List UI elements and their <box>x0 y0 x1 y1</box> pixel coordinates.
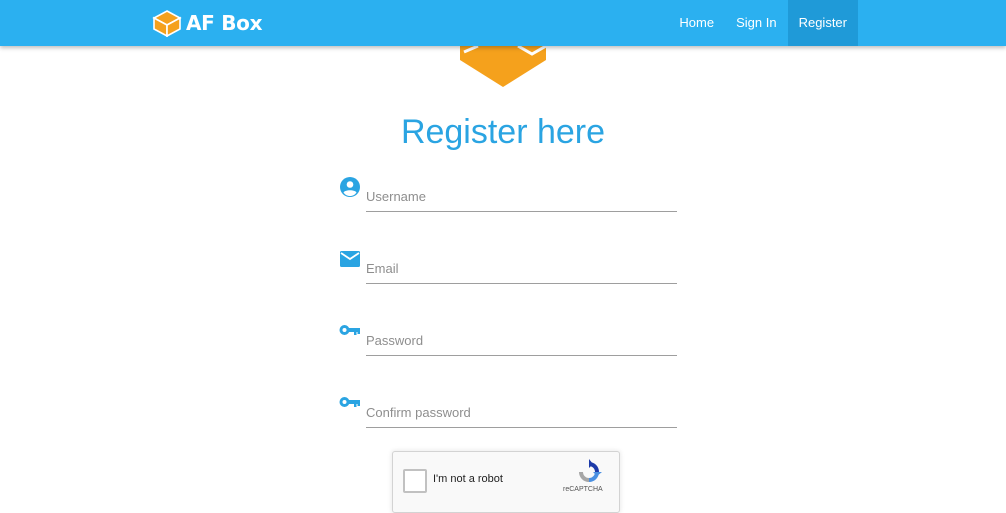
recaptcha-widget: I'm not a robot reCAPTCHA <box>392 451 620 513</box>
password-field-group <box>336 321 677 361</box>
recaptcha-label: I'm not a robot <box>433 473 503 485</box>
box-logo-icon <box>152 9 182 37</box>
nav-sign-in-link[interactable]: Sign In <box>725 0 787 46</box>
confirm-password-input[interactable] <box>366 397 677 428</box>
account-circle-icon <box>338 177 362 201</box>
nav-register-link[interactable]: Register <box>787 0 858 46</box>
password-input[interactable] <box>366 325 677 356</box>
hero-box-logo-icon <box>460 44 547 93</box>
email-input[interactable] <box>366 253 677 284</box>
navbar: AF Box Home Sign In Register <box>0 0 1006 46</box>
recaptcha-brand: reCAPTCHA <box>563 486 603 493</box>
key-icon <box>338 393 362 417</box>
nav-home-link[interactable]: Home <box>668 0 725 46</box>
brand-name: AF Box <box>186 11 263 35</box>
page-title: Register here <box>400 113 606 151</box>
email-icon <box>338 249 362 273</box>
brand-link[interactable]: AF Box <box>152 8 263 38</box>
username-field-group <box>336 177 677 217</box>
username-input[interactable] <box>366 181 677 212</box>
key-icon <box>338 321 362 345</box>
email-field-group <box>336 249 677 289</box>
recaptcha-checkbox[interactable] <box>403 469 427 493</box>
nav-menu: Home Sign In Register <box>668 0 858 46</box>
confirm-password-field-group <box>336 393 677 433</box>
